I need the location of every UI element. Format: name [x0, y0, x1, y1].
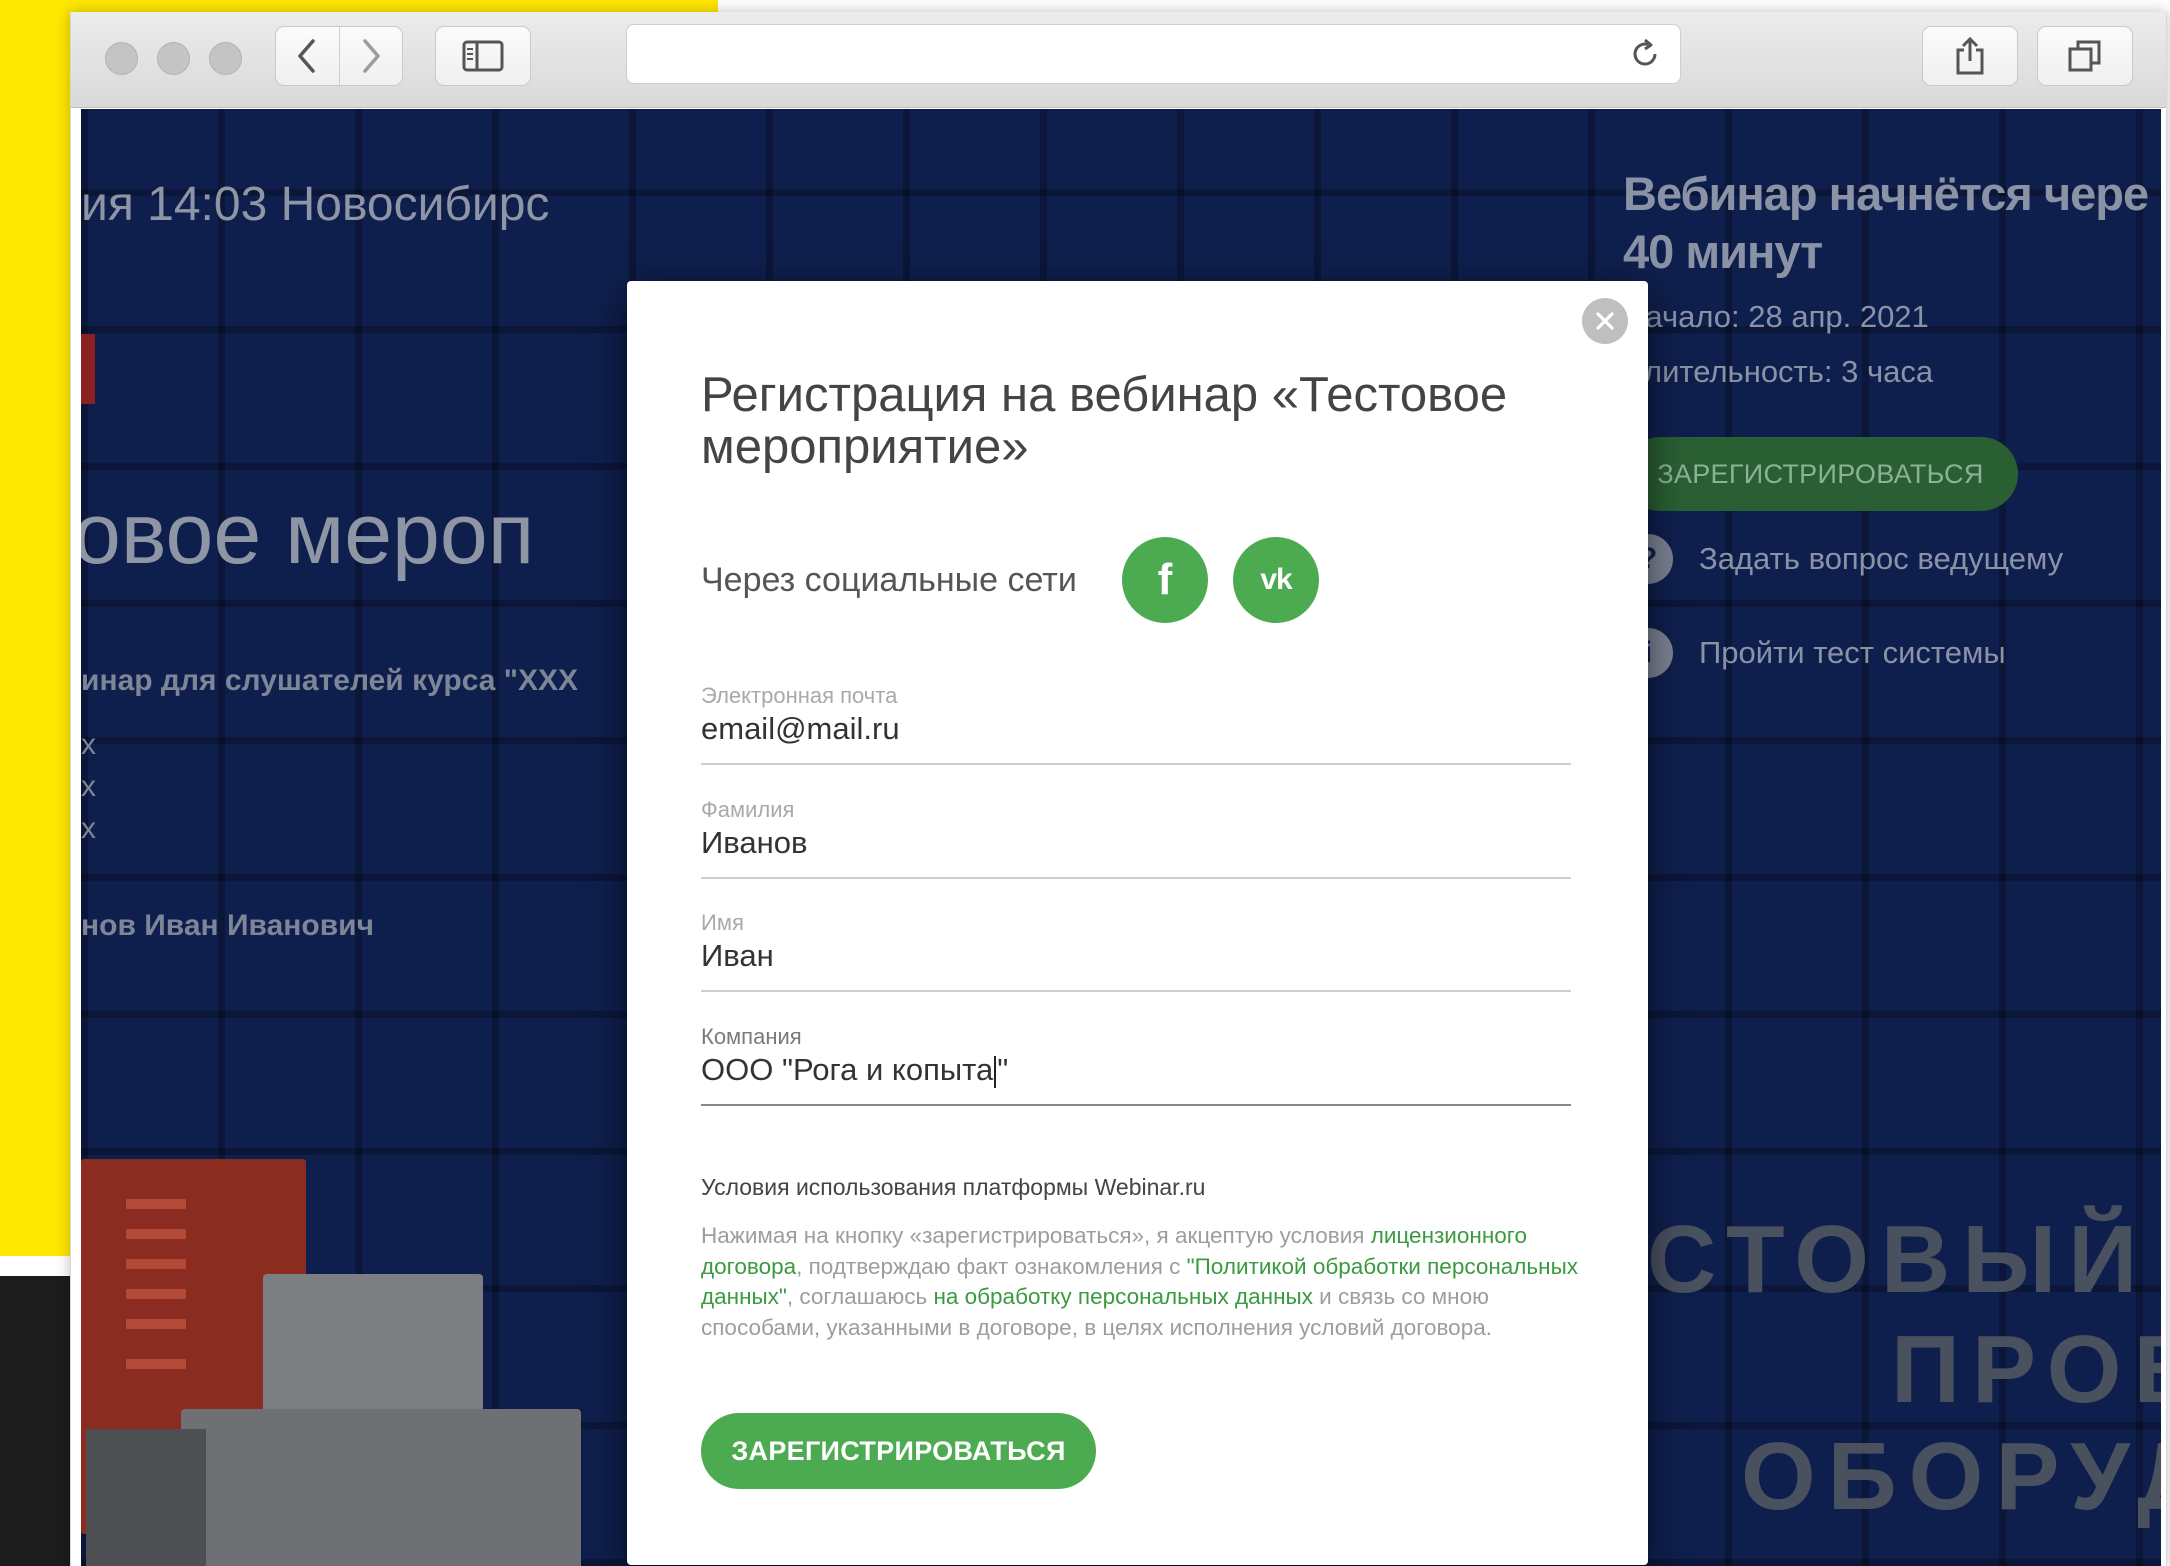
- system-test-label: Пройти тест системы: [1699, 635, 2006, 670]
- facebook-login-button[interactable]: f: [1122, 537, 1208, 623]
- banner-line-1: ЕСТОВЫЙ В: [1571, 1206, 2161, 1313]
- surname-label: Фамилия: [701, 797, 795, 822]
- company-label: Компания: [701, 1024, 802, 1049]
- surname-value: Иванов: [701, 825, 808, 860]
- list-item: x: [81, 770, 96, 803]
- logo-fragment: [81, 334, 95, 404]
- email-field[interactable]: Электронная почта email@mail.ru: [701, 683, 1571, 765]
- sidebar-button[interactable]: [435, 26, 531, 86]
- window-close-dot[interactable]: [105, 42, 138, 75]
- reload-icon: [1633, 38, 1657, 66]
- terms-text-part: Нажимая на кнопку «зарегистрироваться», …: [701, 1223, 1371, 1248]
- history-buttons: [275, 26, 403, 86]
- countdown-line: Вебинар начнётся чере: [1623, 167, 2149, 220]
- company-field[interactable]: Компания ООО "Рога и копыта ": [701, 1024, 1571, 1106]
- terms-text-part: , подтверждаю факт ознакомления с: [796, 1253, 1187, 1279]
- page-register-button[interactable]: ЗАРЕГИСТРИРОВАТЬСЯ: [1623, 437, 2018, 511]
- event-duration: Длительность: 3 часа: [1623, 354, 1934, 389]
- tabs-icon: [2068, 40, 2101, 72]
- webinar-page: ия 14:03 Новосибирс овое мероп инар для …: [81, 109, 2161, 1566]
- surname-field[interactable]: Фамилия Иванов: [701, 797, 1571, 879]
- equipment-image-white-box-2: [181, 1409, 581, 1566]
- ask-question-label: Задать вопрос ведущему: [1699, 541, 2064, 576]
- chevron-right-icon: [363, 39, 380, 73]
- event-subtitle: инар для слушателей курса "XXX: [81, 664, 579, 697]
- name-value: Иван: [701, 938, 774, 973]
- presenter-name: нов Иван Иванович: [81, 909, 375, 942]
- back-button[interactable]: [276, 27, 340, 85]
- name-label: Имя: [701, 910, 744, 935]
- event-start: Начало: 28 апр. 2021: [1623, 299, 1929, 334]
- reload-button[interactable]: [1628, 37, 1662, 76]
- vk-login-button[interactable]: vk: [1233, 537, 1319, 623]
- list-item: x: [81, 728, 96, 761]
- list-item: x: [81, 812, 96, 845]
- decorative-dark-background: [0, 1276, 80, 1566]
- company-value: ООО "Рога и копыта ": [701, 1052, 1008, 1088]
- sidebar-icon: [462, 40, 504, 72]
- event-time-location: ия 14:03 Новосибирс: [81, 178, 550, 231]
- browser-window: ия 14:03 Новосибирс овое мероп инар для …: [70, 12, 2167, 1566]
- countdown-line: 40 минут: [1623, 225, 1823, 278]
- event-list: x x x: [81, 724, 96, 850]
- event-info-panel: Вебинар начнётся чере 40 минут Начало: 2…: [1623, 109, 2161, 809]
- window-zoom-dot[interactable]: [209, 42, 242, 75]
- vk-icon: vk: [1260, 563, 1292, 596]
- system-test-link[interactable]: i Пройти тест системы: [1623, 628, 2006, 678]
- forward-button[interactable]: [340, 27, 403, 85]
- company-value-text: ООО "Рога и копыта: [701, 1052, 994, 1087]
- terms-title: Условия использования платформы Webinar.…: [701, 1174, 1206, 1200]
- facebook-icon: f: [1157, 555, 1173, 604]
- banner-line-3: ОБОРУД: [1741, 1423, 2161, 1530]
- email-label: Электронная почта: [701, 683, 898, 708]
- name-field[interactable]: Имя Иван: [701, 910, 1571, 992]
- social-login-label: Через социальные сети: [701, 561, 1077, 599]
- share-button[interactable]: [1922, 26, 2018, 86]
- chevron-left-icon: [298, 39, 315, 73]
- data-processing-link[interactable]: на обработку персональных данных: [933, 1284, 1312, 1309]
- event-title: овое мероп: [81, 486, 535, 582]
- text-caret: [994, 1055, 997, 1088]
- browser-toolbar: [71, 12, 2166, 108]
- share-icon: [1956, 36, 1984, 75]
- terms-text: Нажимая на кнопку «зарегистрироваться», …: [701, 1221, 1581, 1343]
- email-value: email@mail.ru: [701, 711, 900, 746]
- modal-title: Регистрация на вебинар «Тестовое меропри…: [701, 368, 1508, 474]
- close-icon: [1596, 312, 1614, 330]
- company-value-text-end: ": [997, 1052, 1009, 1087]
- terms-text-part: , соглашаюсь: [786, 1284, 934, 1309]
- banner-line-2: ПРОВ: [1891, 1316, 2161, 1423]
- register-submit-button[interactable]: ЗАРЕГИСТРИРОВАТЬСЯ: [701, 1413, 1096, 1489]
- close-button[interactable]: [1582, 298, 1628, 344]
- address-bar[interactable]: [626, 24, 1681, 84]
- ask-question-link[interactable]: ? Задать вопрос ведущему: [1623, 534, 2063, 584]
- registration-modal: Регистрация на вебинар «Тестовое меропри…: [627, 281, 1648, 1565]
- tabs-button[interactable]: [2037, 26, 2133, 86]
- window-minimize-dot[interactable]: [157, 42, 190, 75]
- equipment-image-display-unit: [86, 1429, 206, 1566]
- countdown-title: Вебинар начнётся чере 40 минут: [1623, 165, 2161, 281]
